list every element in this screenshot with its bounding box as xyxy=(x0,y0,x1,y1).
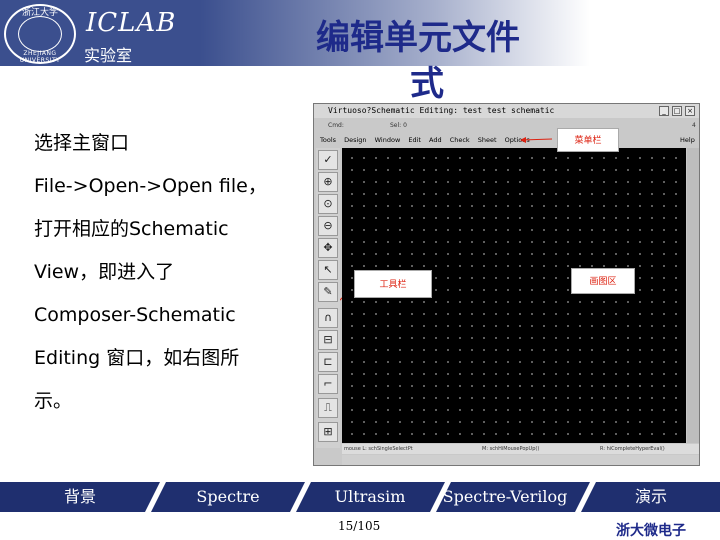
pan-icon[interactable]: ✥ xyxy=(318,238,338,258)
nav-spectre[interactable]: Spectre xyxy=(166,482,290,512)
description-line: Composer-Schematic xyxy=(34,304,236,326)
toolbar-callout: 工具栏 xyxy=(354,270,432,298)
description-line: Editing 窗口，如右图所 xyxy=(34,347,240,369)
university-label: 浙大微电子 xyxy=(616,523,686,539)
menubar-callout: 菜单栏 xyxy=(557,128,619,152)
zoom-out-icon[interactable]: ⊖ xyxy=(318,216,338,236)
tool-bar: ✓ ⊕ ⊙ ⊖ ✥ ↖ ✎ ∩ ⊟ ⊏ ⌐ ⎍ ⊞ xyxy=(316,148,340,448)
description-line: 选择主窗口 xyxy=(34,132,130,154)
label-icon[interactable]: ⎍ xyxy=(318,398,338,418)
status-right: R: hiCompleteHyperEval() xyxy=(600,446,665,452)
description-line: View，即进入了 xyxy=(34,261,175,283)
command-input[interactable] xyxy=(342,455,699,465)
nav-spectre-verilog[interactable]: Spectre-Verilog xyxy=(440,482,570,512)
nav-separator xyxy=(575,482,596,512)
component-icon[interactable]: ⊟ xyxy=(318,330,338,350)
page-number: 15/105 xyxy=(338,519,381,533)
canvas-callout: 画图区 xyxy=(571,268,635,294)
description-line: 打开相应的Schematic xyxy=(34,218,229,240)
probe-icon[interactable]: ⊞ xyxy=(318,422,338,442)
pen-icon[interactable]: ✎ xyxy=(318,282,338,302)
check-icon[interactable]: ✓ xyxy=(318,150,338,170)
description-text: 选择主窗口 File->Open->Open file， 打开相应的Schema… xyxy=(34,122,310,423)
slide-title-line2: 式 xyxy=(410,64,444,104)
nav-separator xyxy=(290,482,311,512)
lab-name: 实验室 xyxy=(84,46,133,65)
nav-demo[interactable]: 演示 xyxy=(596,482,706,512)
pointer-icon[interactable]: ↖ xyxy=(318,260,338,280)
university-seal-logo: 浙江大学 ZHEJIANG UNIVERSITY xyxy=(4,4,76,64)
menubar-arrow xyxy=(521,138,553,141)
nav-ultrasim[interactable]: Ultrasim xyxy=(311,482,429,512)
menubar-arrowhead xyxy=(520,137,526,143)
status-left: mouse L: schSingleSelectPt xyxy=(344,446,413,452)
wire-icon[interactable]: ⌐ xyxy=(318,374,338,394)
footer-nav-bar: 背景 Spectre Ultrasim Spectre-Verilog 演示 xyxy=(0,482,720,512)
mouse-status-bar: mouse L: schSingleSelectPt M: schHiMouse… xyxy=(342,444,699,454)
select-icon[interactable]: ⊕ xyxy=(318,172,338,192)
zoom-in-icon[interactable]: ⊙ xyxy=(318,194,338,214)
seal-bottom-text: ZHEJIANG UNIVERSITY xyxy=(19,50,61,64)
seal-emblem-icon xyxy=(18,16,62,52)
vertical-scrollbar[interactable] xyxy=(687,148,699,443)
schematic-editor-window: Virtuoso?Schematic Editing: test test sc… xyxy=(313,103,700,466)
status-mid: M: schHiMousePopUp() xyxy=(482,446,540,452)
slide-title: 编辑单元文件 xyxy=(316,18,520,58)
nav-separator xyxy=(145,482,166,512)
nav-background[interactable]: 背景 xyxy=(20,482,140,512)
port-icon[interactable]: ⊏ xyxy=(318,352,338,372)
arc-icon[interactable]: ∩ xyxy=(318,308,338,328)
iclab-logo-text: ICLAB xyxy=(86,8,177,38)
description-line: 示。 xyxy=(34,390,73,412)
description-line: File->Open->Open file， xyxy=(34,175,267,197)
